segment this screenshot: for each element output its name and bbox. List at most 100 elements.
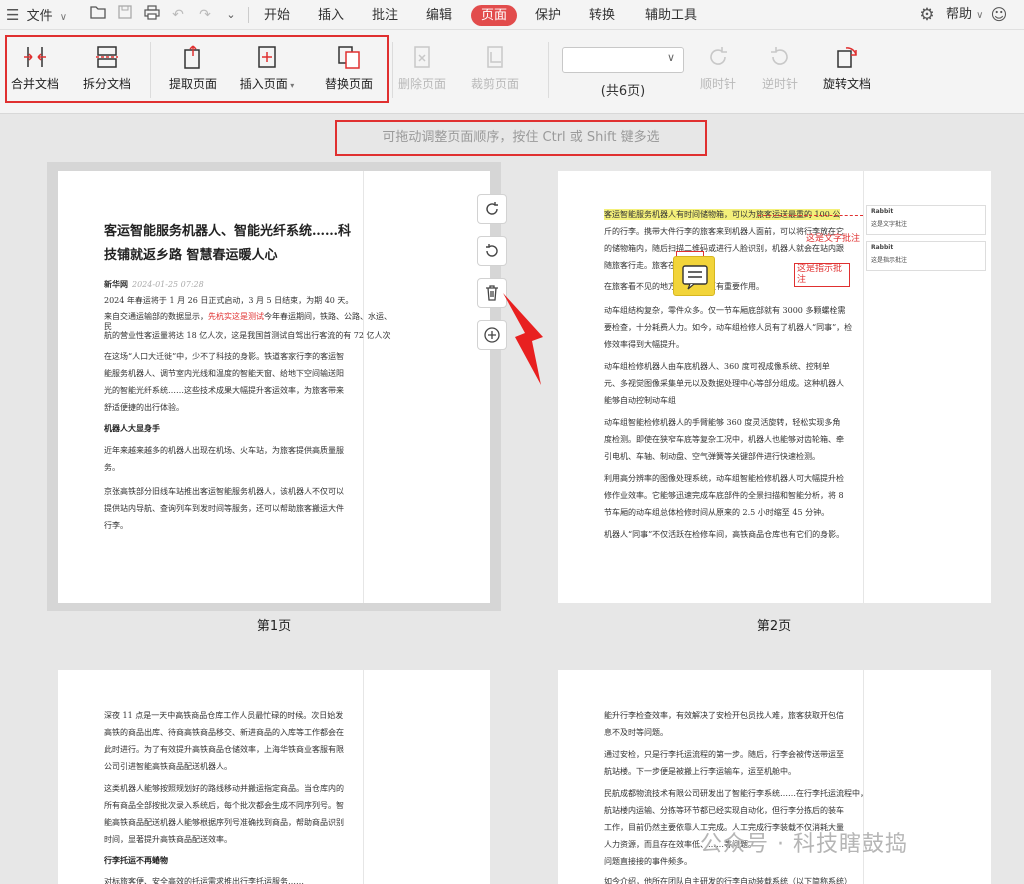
rotate-clockwise-button[interactable]: 顺时针 — [683, 44, 753, 92]
page-3-text-line: 这类机器人能够按照规划好的路线移动并搬运指定商品。当仓库内的 — [104, 784, 344, 793]
comment-card-1[interactable]: Rabbit 这是文字批注 — [866, 205, 986, 235]
page-1-text-line: 提供站内导航、查询列车到发时间等服务，还可以帮助旅客搬运大件 — [104, 504, 344, 513]
page-3-text-line: 所有商品全部按批次录入系统后，每个批次都会生成不同序列号。智 — [104, 801, 344, 810]
crop-page-label: 裁剪页面 — [470, 77, 519, 91]
print-icon[interactable] — [142, 5, 162, 25]
redo-icon[interactable]: ↷ — [195, 5, 215, 25]
page-1-text-line: 光的智能光纤系统……这些技术成果大幅提升客运效率，为旅客带来 — [104, 386, 344, 395]
page-2-text-line: 修作业效率。它能够迅速完成车底部件的全景扫描和智能分析，将 8 — [604, 491, 844, 500]
feedback-smiley-icon[interactable]: ☺ — [989, 5, 1009, 25]
tab-comment[interactable]: 批注 — [364, 5, 406, 26]
rotate-counterclockwise-page-button[interactable] — [477, 236, 507, 266]
rotate-clockwise-label: 顺时针 — [699, 77, 736, 91]
comment-card-2[interactable]: Rabbit 这是指示批注 — [866, 241, 986, 271]
rotate-clockwise-icon — [486, 202, 498, 215]
page-thumbnail-1[interactable]: 客运智能服务机器人、智能光纤系统……科 技铺就返乡路 智慧春运暖人心 新华网 2… — [58, 171, 490, 603]
tab-convert[interactable]: 转换 — [581, 5, 623, 26]
comment-text: 这是指示批注 — [871, 257, 908, 264]
undo-icon[interactable]: ↶ — [168, 5, 188, 25]
page-4-text-line: 航站楼。下一步便是被搬上行李运输车，运至机舱中。 — [604, 767, 796, 776]
delete-page-button[interactable]: 删除页面 — [387, 44, 457, 92]
page-1-title-line-1: 客运智能服务机器人、智能光纤系统……科 — [104, 224, 352, 239]
comment-author: Rabbit — [871, 208, 894, 215]
page-3-text-line: 对标旅客便、安全高效的托运需求推出行李托运服务…… — [104, 877, 304, 884]
page-2-text-line: 元、多视觉图像采集单元以及数据处理中心等部分组成。这种机器人 — [604, 379, 844, 388]
help-menu[interactable]: 帮助 ∨ — [946, 0, 983, 30]
open-folder-icon[interactable] — [88, 5, 108, 25]
rotate-clockwise-icon — [710, 47, 727, 65]
page-4-text-line: 问题直接接的事件频多。 — [604, 857, 692, 866]
crop-page-button[interactable]: 裁剪页面 — [460, 44, 530, 92]
page-fold-line — [863, 171, 864, 603]
red-arrow-annotation — [503, 293, 543, 385]
page-2-text-line: 机器人“同事”不仅活跃在检修车间，高铁商品仓库也有它们的身影。 — [604, 530, 845, 539]
text-annotation[interactable]: 这是文字批注 — [806, 234, 860, 245]
tab-page[interactable]: 页面 — [471, 5, 517, 26]
page-3-text-line: 高铁的商品出库、待商高铁商品移交、新进商品的入库等工作都会在 — [104, 728, 344, 737]
quick-access-more-icon[interactable]: ⌄ — [221, 5, 241, 25]
drag-reorder-hint: 可拖动调整页面顺序，按住 Ctrl 或 Shift 键多选 — [335, 120, 707, 156]
page-fold-line — [363, 670, 364, 884]
sticky-note-icon[interactable] — [673, 256, 715, 296]
rotate-counterclockwise-label: 逆时针 — [761, 77, 798, 91]
main-menu-button[interactable]: ☰ 文件 ∨ — [6, 0, 67, 30]
hamburger-icon: ☰ — [6, 6, 20, 24]
page-4-text-line: 民航成都物流技术有限公司研发出了智能行李系统……在行李托运流程中， — [604, 789, 868, 798]
save-icon[interactable] — [115, 5, 135, 25]
page-1-text-line: 行李。 — [104, 521, 128, 530]
rotate-document-button[interactable]: 旋转文档 — [812, 44, 882, 92]
page-2-text-line: 利用高分辨率的图像处理系统，动车组智能检修机器人可大幅提升检 — [604, 474, 844, 483]
page-4-text-line: 息不及时等问题。 — [604, 728, 668, 737]
page-4-text-line: 能升行李检查效率，有效解决了安检开包员找人难，旅客获取开包信 — [604, 711, 844, 720]
help-label: 帮助 — [946, 7, 973, 22]
tab-protect[interactable]: 保护 — [527, 5, 569, 26]
page-3-text-line: 此时进行。为了有效提升高铁商品仓储效率，上海华铁商业客服有限 — [104, 745, 344, 754]
annotation-leader-line — [758, 215, 863, 216]
rotate-counterclockwise-icon — [771, 47, 788, 65]
rotate-clockwise-page-button[interactable] — [477, 194, 507, 224]
page-1-text-line: 京张高铁部分旧线车站推出客运智能服务机器人，该机器人不仅可以 — [104, 487, 344, 496]
page-1-text-line: 2024 年春运将于 1 月 26 日正式启动，3 月 5 日结束，为期 40 … — [104, 296, 354, 305]
watermark-text: 公众号 · 科技瞎鼓捣 — [700, 832, 908, 857]
chevron-down-icon: ∨ — [59, 12, 68, 23]
settings-gear-icon[interactable]: ⚙ — [917, 5, 937, 25]
page-4-text-line: 如今介绍，他所在团队自主研发的行李自动装载系统（以下简称系统） — [604, 877, 852, 884]
page-2-text-line: 动车组结构复杂，零件众多。仅一节车厢底部就有 3000 多颗螺栓需 — [604, 306, 846, 315]
page-2-text-line: 要检查，十分耗费人力。如今，动车组检修人员有了机器人“同事”，检 — [604, 323, 853, 332]
page-thumbnail-2[interactable]: 客运智能服务机器人有时间储物箱，可以为旅客运送最重的 100 公 斤的行李。携带… — [558, 171, 991, 603]
page-1-text-line: 来自交通运输部的数据显示，先杭实这是测试今年春运期间，铁路、公路、水运、 — [104, 312, 392, 321]
tab-home[interactable]: 开始 — [256, 5, 298, 26]
menu-divider — [248, 7, 249, 23]
comment-text: 这是文字批注 — [871, 221, 908, 228]
page-1-title-line-2: 技铺就返乡路 智慧春运暖人心 — [104, 248, 278, 263]
page-4-text-line: 航站楼内运输、分拣等环节都已经实现自动化，但行李分拣后的装车 — [604, 806, 844, 815]
tab-tools[interactable]: 辅助工具 — [638, 5, 704, 26]
menu-bar: ☰ 文件 ∨ ↶ ↷ ⌄ 开始 插入 批注 编辑 页面 保护 转换 辅助工具 ⚙… — [0, 0, 1024, 30]
page-2-text-line: 修效率得到大幅提升。 — [604, 340, 684, 349]
page-1-subheading: 机器人大显身手 — [104, 423, 160, 433]
crop-page-icon — [487, 46, 503, 68]
page-3-text-line: 能高铁商品配送机器人能够根据序列号准确找到商品，帮助商品识别 — [104, 818, 344, 827]
page-2-text-line: 动车组检修机器人由车底机器人、360 度可视成像系统、控制单 — [604, 362, 830, 371]
chevron-down-icon: ∨ — [976, 10, 984, 21]
page-1-date: 2024-01-25 07:28 — [132, 280, 204, 289]
delete-page-label: 删除页面 — [397, 77, 446, 91]
tab-insert[interactable]: 插入 — [310, 5, 352, 26]
rotate-counterclockwise-button[interactable]: 逆时针 — [745, 44, 815, 92]
page-1-source: 新华网 — [104, 279, 128, 289]
tab-edit[interactable]: 编辑 — [418, 5, 460, 26]
page-thumbnail-3[interactable]: 深夜 11 点是一天中高铁商品仓库工作人员最忙碌的时候。次日始发 高铁的商品出库… — [58, 670, 490, 884]
highlight-box-document-tools — [5, 35, 389, 103]
page-4-text-line: 通过安检，只是行李托运流程的第一步。随后，行李会被传送带运至 — [604, 750, 844, 759]
page-1-text-line: 舒适便捷的出行体验。 — [104, 403, 184, 412]
callout-annotation[interactable]: 这是指示批注 — [794, 263, 850, 287]
page-2-text-line: 度检测。即使在狭窄车底等复杂工况中，机器人也能够对齿轮箱、牵 — [604, 435, 844, 444]
page-3-text-line: 深夜 11 点是一天中高铁商品仓库工作人员最忙碌的时候。次日始发 — [104, 711, 344, 720]
page-1-label: 第1页 — [256, 619, 292, 634]
page-2-label: 第2页 — [756, 619, 792, 634]
page-1-text-line: 航的营业性客运量将达 18 亿人次，这是我国首测试自驾出行客流的有 72 亿人次 — [104, 331, 391, 340]
page-3-text-line: 公司引进智能高铁商品配送机器人。 — [104, 762, 232, 771]
page-range-select[interactable]: ∨ — [562, 47, 684, 73]
file-menu-label: 文件 — [26, 9, 53, 24]
page-fold-line — [363, 171, 364, 603]
